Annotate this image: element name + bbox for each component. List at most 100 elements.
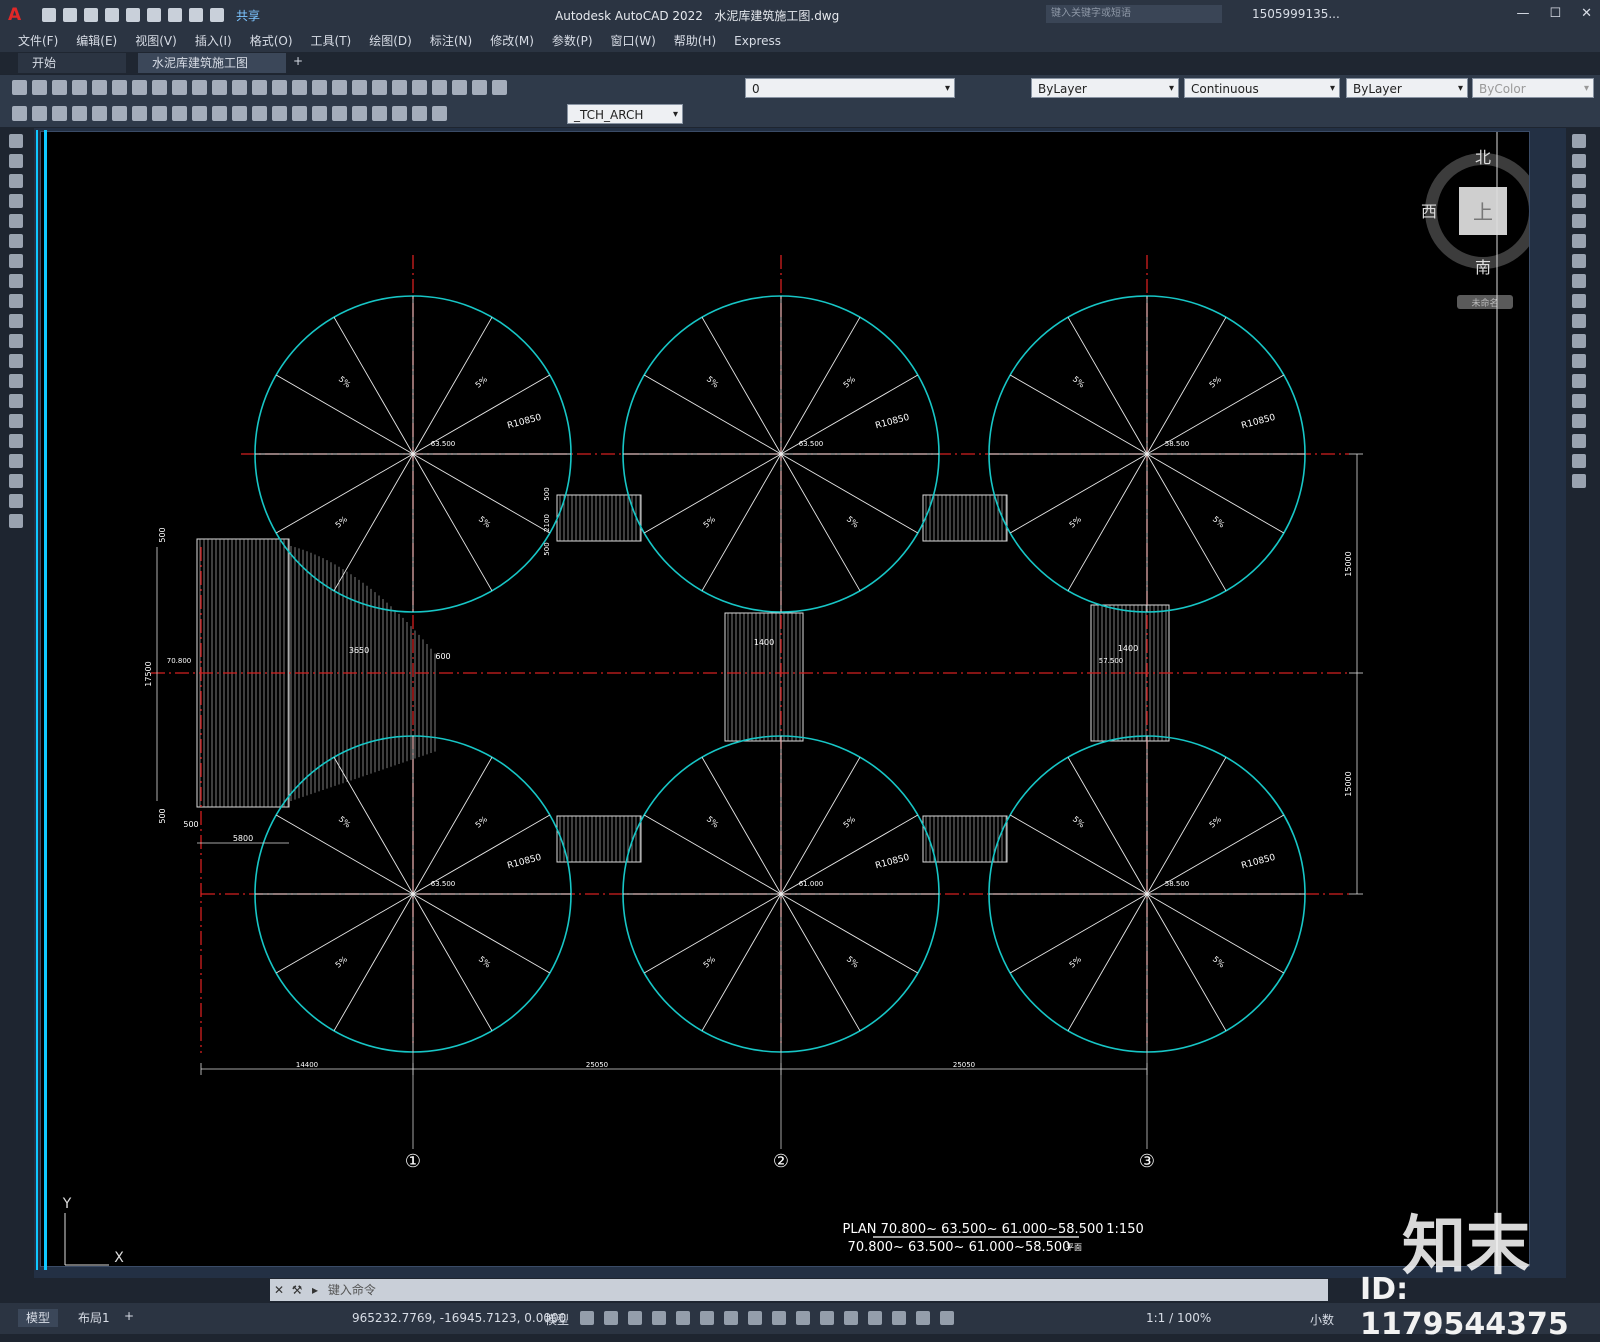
lineweight-dropdown[interactable]: ByLayer bbox=[1346, 78, 1468, 99]
transparency-icon[interactable] bbox=[796, 1311, 810, 1325]
quick-dim-icon[interactable] bbox=[232, 106, 247, 121]
lineweight-icon[interactable] bbox=[772, 1311, 786, 1325]
array-icon[interactable] bbox=[1572, 214, 1586, 228]
gizmo-icon[interactable] bbox=[892, 1311, 906, 1325]
design-center-icon[interactable] bbox=[332, 80, 347, 95]
ellipse-arc-icon[interactable] bbox=[9, 334, 23, 348]
save-web-icon[interactable] bbox=[147, 8, 161, 22]
coordinates-readout[interactable]: 965232.7769, -16945.7123, 0.0000 bbox=[352, 1311, 566, 1325]
scale-icon[interactable] bbox=[1572, 274, 1586, 288]
aligned-dim-icon[interactable] bbox=[92, 106, 107, 121]
menu-file[interactable]: 文件(F) bbox=[18, 30, 58, 52]
minimize-icon[interactable]: — bbox=[1516, 6, 1529, 21]
publish-icon[interactable] bbox=[112, 80, 127, 95]
spline-icon[interactable] bbox=[9, 294, 23, 308]
model-space-button[interactable]: 模型 bbox=[545, 1311, 569, 1328]
redo-icon[interactable] bbox=[210, 8, 224, 22]
maximize-icon[interactable]: ☐ bbox=[1549, 6, 1561, 21]
grid-icon[interactable] bbox=[580, 1311, 594, 1325]
infer-icon[interactable] bbox=[628, 1311, 642, 1325]
color-dropdown[interactable]: ByLayer bbox=[1031, 78, 1179, 99]
command-recent-icon[interactable]: ▸ bbox=[306, 1279, 324, 1301]
zoom-icon[interactable] bbox=[272, 80, 287, 95]
continue-dim-icon[interactable] bbox=[272, 106, 287, 121]
line-icon[interactable] bbox=[9, 134, 23, 148]
hatch-icon[interactable] bbox=[9, 414, 23, 428]
insert-block-icon[interactable] bbox=[9, 354, 23, 368]
menu-parametric[interactable]: 参数(P) bbox=[552, 30, 593, 52]
tool-icon-3[interactable] bbox=[52, 106, 67, 121]
share-button[interactable]: 共享 bbox=[236, 7, 260, 24]
fillet-icon[interactable] bbox=[1572, 434, 1586, 448]
sheet-set-icon[interactable] bbox=[372, 80, 387, 95]
stretch-icon[interactable] bbox=[1572, 294, 1586, 308]
arc-dim-icon[interactable] bbox=[112, 106, 127, 121]
new-tab-icon[interactable]: + bbox=[293, 54, 303, 68]
polar-icon[interactable] bbox=[676, 1311, 690, 1325]
ortho-icon[interactable] bbox=[652, 1311, 666, 1325]
tab-drawing[interactable]: 水泥库建筑施工图*✕ bbox=[138, 53, 286, 90]
mtext-icon[interactable] bbox=[9, 494, 23, 508]
selection-cycling-icon[interactable] bbox=[820, 1311, 834, 1325]
new-icon[interactable] bbox=[12, 80, 27, 95]
explode-icon[interactable] bbox=[1572, 474, 1586, 488]
add-selected-icon[interactable] bbox=[9, 514, 23, 528]
undo-icon[interactable] bbox=[189, 8, 203, 22]
menu-insert[interactable]: 插入(I) bbox=[195, 30, 232, 52]
save-icon[interactable] bbox=[84, 8, 98, 22]
cut-icon[interactable] bbox=[132, 80, 147, 95]
ellipse-icon[interactable] bbox=[9, 314, 23, 328]
bulb-icon[interactable] bbox=[452, 80, 467, 95]
plotstyle-dropdown[interactable]: ByColor bbox=[1472, 78, 1594, 99]
plot-icon[interactable] bbox=[168, 8, 182, 22]
isodraft-icon[interactable] bbox=[700, 1311, 714, 1325]
menu-format[interactable]: 格式(O) bbox=[250, 30, 293, 52]
break-point-icon[interactable] bbox=[1572, 354, 1586, 368]
linear-dim-icon[interactable] bbox=[72, 106, 87, 121]
jogged-dim-icon[interactable] bbox=[172, 106, 187, 121]
pan-icon[interactable] bbox=[252, 80, 267, 95]
autocad-logo-icon[interactable]: A bbox=[8, 5, 28, 25]
selection-filter-icon[interactable] bbox=[868, 1311, 882, 1325]
tab-layout1[interactable]: 布局1 bbox=[70, 1309, 118, 1327]
preview-icon[interactable] bbox=[92, 80, 107, 95]
menu-window[interactable]: 窗口(W) bbox=[611, 30, 656, 52]
units-display[interactable]: 小数 bbox=[1310, 1311, 1334, 1328]
space-dim-icon[interactable] bbox=[292, 106, 307, 121]
dim-update-icon[interactable] bbox=[432, 106, 447, 121]
tool-icon-1[interactable] bbox=[12, 106, 27, 121]
annotation-visibility-icon[interactable] bbox=[916, 1311, 930, 1325]
arc-icon[interactable] bbox=[9, 234, 23, 248]
open-web-icon[interactable] bbox=[126, 8, 140, 22]
mirror-icon[interactable] bbox=[1572, 174, 1586, 188]
drawing-canvas[interactable]: 5% 5% 5% 5% R10850 63.500 5% 5% 5% 5% R10850 63.500… bbox=[40, 131, 1547, 1278]
center-mark-icon[interactable] bbox=[332, 106, 347, 121]
menu-edit[interactable]: 编辑(E) bbox=[76, 30, 117, 52]
command-input[interactable]: 键入命令 bbox=[328, 1283, 376, 1297]
polygon-icon[interactable] bbox=[9, 194, 23, 208]
menu-help[interactable]: 帮助(H) bbox=[674, 30, 716, 52]
ordinate-dim-icon[interactable] bbox=[132, 106, 147, 121]
radius-dim-icon[interactable] bbox=[152, 106, 167, 121]
break-icon[interactable] bbox=[1572, 374, 1586, 388]
jog-line-icon[interactable] bbox=[372, 106, 387, 121]
rotate-icon[interactable] bbox=[1572, 254, 1586, 268]
undo-icon[interactable] bbox=[212, 80, 227, 95]
region-icon[interactable] bbox=[9, 454, 23, 468]
osnap-icon[interactable] bbox=[748, 1311, 762, 1325]
save-as-icon[interactable] bbox=[105, 8, 119, 22]
join-icon[interactable] bbox=[1572, 394, 1586, 408]
paste-icon[interactable] bbox=[172, 80, 187, 95]
open-file-icon[interactable] bbox=[63, 8, 77, 22]
point-icon[interactable] bbox=[9, 394, 23, 408]
zoom-window-icon[interactable] bbox=[292, 80, 307, 95]
save-icon[interactable] bbox=[52, 80, 67, 95]
match-icon[interactable] bbox=[192, 80, 207, 95]
add-layout-icon[interactable]: + bbox=[124, 1309, 134, 1323]
dim-text-edit-icon[interactable] bbox=[412, 106, 427, 121]
dynamic-ucs-icon[interactable] bbox=[844, 1311, 858, 1325]
close-icon[interactable]: ✕ bbox=[1581, 6, 1592, 21]
erase-icon[interactable] bbox=[1572, 134, 1586, 148]
copy-icon[interactable] bbox=[152, 80, 167, 95]
offset-icon[interactable] bbox=[1572, 194, 1586, 208]
